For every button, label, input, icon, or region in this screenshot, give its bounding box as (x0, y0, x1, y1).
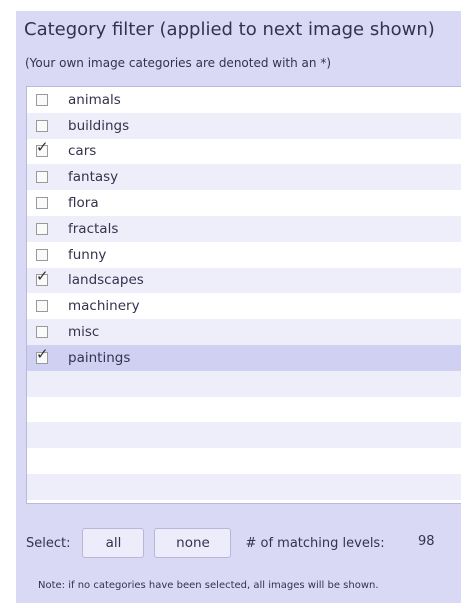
category-row-buildings[interactable]: buildings (27, 112, 461, 139)
empty-row (27, 448, 461, 474)
category-row-fractals[interactable]: fractals (27, 215, 461, 242)
category-label: paintings (68, 349, 131, 366)
category-row-fantasy[interactable]: fantasy (27, 164, 461, 191)
category-row-machinery[interactable]: machinery (27, 293, 461, 319)
category-checkbox[interactable]: ✓ (36, 269, 49, 287)
category-label: cars (68, 143, 97, 160)
category-checkbox[interactable] (36, 326, 48, 339)
category-label: buildings (68, 117, 130, 134)
category-checkbox[interactable] (36, 197, 48, 210)
select-controls: Select: all none # of matching levels: (26, 528, 385, 558)
empty-row (27, 473, 461, 500)
matching-levels-count: 98 (418, 534, 435, 549)
select-label: Select: (26, 535, 71, 551)
category-label: fractals (68, 220, 119, 237)
category-row-misc[interactable]: misc (27, 319, 461, 345)
category-list: animals buildings ✓ cars fantasy flora fractal… (26, 86, 461, 504)
category-label: animals (68, 91, 121, 108)
category-label: machinery (68, 298, 140, 315)
category-filter-panel: Category filter (applied to next image s… (16, 11, 461, 603)
checkmark-icon: ✓ (36, 344, 49, 363)
category-row-animals[interactable]: animals (27, 87, 461, 113)
category-checkbox[interactable]: ✓ (36, 346, 49, 364)
category-row-flora[interactable]: flora (27, 190, 461, 216)
checkmark-icon: ✓ (36, 138, 49, 157)
category-label: funny (68, 246, 107, 263)
category-row-landscapes[interactable]: ✓ landscapes (27, 267, 461, 294)
category-row-paintings[interactable]: ✓ paintings (27, 344, 461, 371)
empty-row (27, 397, 461, 423)
panel-title: Category filter (applied to next image s… (24, 19, 435, 40)
category-checkbox[interactable] (36, 300, 48, 313)
category-row-cars[interactable]: ✓ cars (27, 139, 461, 165)
select-none-button[interactable]: none (154, 528, 232, 558)
category-label: landscapes (68, 272, 144, 289)
selection-note: Note: if no categories have been selecte… (38, 580, 379, 591)
category-checkbox[interactable] (36, 248, 48, 261)
category-checkbox[interactable]: ✓ (36, 140, 49, 158)
category-checkbox[interactable] (36, 93, 48, 106)
panel-subtitle: (Your own image categories are denoted w… (25, 56, 332, 70)
category-checkbox[interactable] (36, 171, 48, 184)
category-checkbox[interactable] (36, 222, 48, 235)
matching-levels-label: # of matching levels: (245, 535, 385, 551)
empty-row (27, 422, 461, 449)
select-all-button[interactable]: all (82, 528, 145, 558)
category-label: fantasy (68, 169, 119, 186)
category-row-funny[interactable]: funny (27, 242, 461, 268)
checkmark-icon: ✓ (36, 267, 49, 286)
category-label: flora (68, 195, 99, 212)
empty-row (27, 370, 461, 397)
category-checkbox[interactable] (36, 119, 48, 132)
category-label: misc (68, 324, 100, 341)
